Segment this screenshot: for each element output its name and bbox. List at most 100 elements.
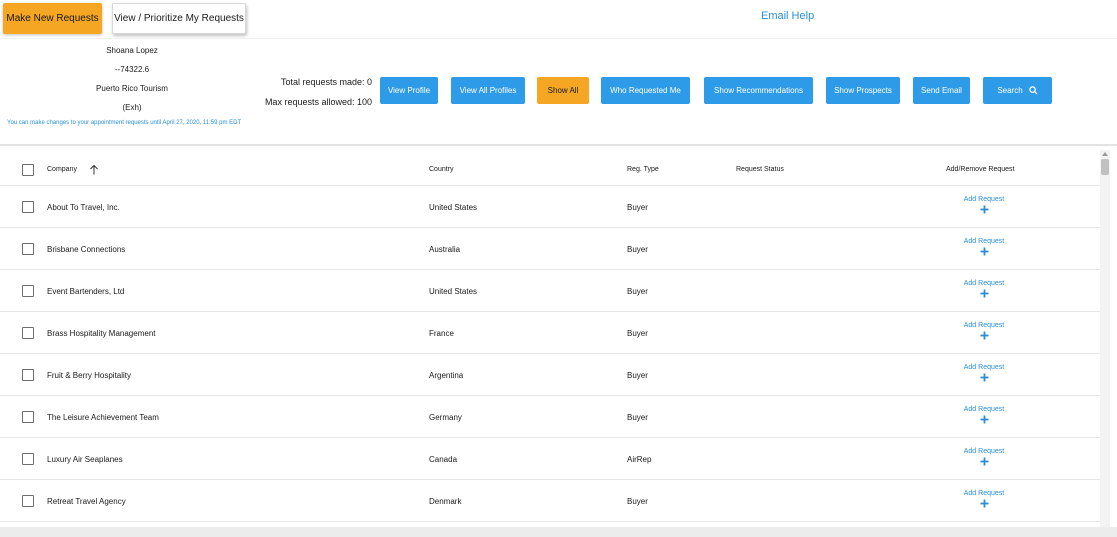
sort-arrow-up-icon[interactable]	[89, 164, 99, 175]
add-request-button[interactable]: Add Request	[944, 238, 1024, 256]
add-request-label: Add Request	[963, 196, 1005, 203]
header-divider	[0, 144, 1117, 146]
header-reg-type: Reg. Type	[627, 166, 659, 173]
plus-icon	[980, 247, 988, 256]
deadline-notice: You can make changes to your appointment…	[7, 120, 242, 126]
scroll-up-arrow-icon[interactable]	[1102, 152, 1108, 156]
add-request-button[interactable]: Add Request	[944, 322, 1024, 340]
reg-type: Buyer	[627, 245, 648, 254]
row-checkbox[interactable]	[22, 453, 34, 465]
show-all-button[interactable]: Show All	[537, 77, 589, 104]
who-requested-me-button[interactable]: Who Requested Me	[601, 77, 690, 104]
add-request-button[interactable]: Add Request	[944, 196, 1024, 214]
company-name: About To Travel, Inc.	[47, 203, 120, 212]
select-all-checkbox[interactable]	[22, 164, 34, 176]
user-role: (Exh)	[122, 103, 142, 112]
add-request-label: Add Request	[963, 322, 1005, 329]
add-request-button[interactable]: Add Request	[944, 448, 1024, 466]
table-row: Luxury Air Seaplanes Canada AirRep Add Requ…	[0, 438, 1100, 480]
add-request-label: Add Request	[963, 406, 1005, 413]
plus-icon	[980, 499, 988, 508]
country: United States	[429, 203, 478, 212]
company-name: Fruit & Berry Hospitality	[47, 371, 132, 380]
row-checkbox[interactable]	[22, 411, 34, 423]
table-row: About To Travel, Inc. United States Buyer A…	[0, 186, 1100, 228]
show-prospects-button[interactable]: Show Prospects	[826, 77, 900, 104]
plus-icon	[980, 373, 988, 382]
send-email-button[interactable]: Send Email	[913, 77, 970, 104]
country: United States	[429, 287, 478, 296]
country: Germany	[429, 413, 462, 422]
total-requests-label: Total requests made: 0	[280, 77, 372, 87]
user-info: Shoana Lopez --74322.6 Puerto Rico Touri…	[64, 44, 200, 120]
row-checkbox[interactable]	[22, 495, 34, 507]
add-request-button[interactable]: Add Request	[944, 490, 1024, 508]
company-name: Brisbane Connections	[47, 245, 126, 254]
add-request-label: Add Request	[963, 238, 1005, 245]
add-request-label: Add Request	[963, 490, 1005, 497]
plus-icon	[980, 415, 988, 424]
reg-type: Buyer	[627, 371, 648, 380]
reg-type: Buyer	[627, 497, 648, 506]
country: France	[429, 329, 454, 338]
table-row: Fruit & Berry Hospitality Argentina Buyer A…	[0, 354, 1100, 396]
reg-type: Buyer	[627, 203, 648, 212]
table-row: Brass Hospitality Management France Buyer A…	[0, 312, 1100, 354]
company-name: The Leisure Achievement Team	[47, 413, 159, 422]
table-row: Event Bartenders, Ltd United States Buyer A…	[0, 270, 1100, 312]
company-name: Retreat Travel Agency	[47, 497, 126, 506]
header-request-status: Request Status	[736, 166, 784, 173]
row-checkbox[interactable]	[22, 243, 34, 255]
page: Make New Requests View / Prioritize My R…	[0, 0, 1117, 537]
table-row: Brisbane Connections Australia Buyer Add Re…	[0, 228, 1100, 270]
plus-icon	[980, 205, 988, 214]
country: Canada	[429, 455, 458, 464]
row-checkbox[interactable]	[22, 327, 34, 339]
requests-table: Company Country Reg. Type Request Status…	[0, 150, 1100, 522]
company-name: Brass Hospitality Management	[47, 329, 156, 338]
user-name: Shoana Lopez	[106, 46, 158, 55]
header-add-remove-request: Add/Remove Request	[946, 166, 1015, 173]
email-help-link[interactable]: Email Help	[761, 10, 814, 22]
tab-make-new-requests[interactable]: Make New Requests	[3, 3, 102, 34]
row-checkbox[interactable]	[22, 369, 34, 381]
tabs-divider	[0, 38, 1117, 39]
user-organization: Puerto Rico Tourism	[96, 84, 168, 93]
add-request-button[interactable]: Add Request	[944, 364, 1024, 382]
add-request-label: Add Request	[963, 448, 1005, 455]
view-profile-button[interactable]: View Profile	[380, 77, 438, 104]
reg-type: AirRep	[627, 455, 652, 464]
header-country: Country	[429, 166, 454, 173]
search-button-label: Search	[997, 86, 1023, 95]
user-id: --74322.6	[114, 65, 150, 74]
show-recommendations-button[interactable]: Show Recommendations	[704, 77, 813, 104]
plus-icon	[980, 331, 988, 340]
tab-view-prioritize-requests[interactable]: View / Prioritize My Requests	[112, 3, 246, 34]
max-requests-label: Max requests allowed: 100	[264, 97, 372, 107]
row-checkbox[interactable]	[22, 285, 34, 297]
reg-type: Buyer	[627, 413, 648, 422]
scroll-thumb[interactable]	[1101, 159, 1109, 175]
company-name: Event Bartenders, Ltd	[47, 287, 125, 296]
row-checkbox[interactable]	[22, 201, 34, 213]
add-request-button[interactable]: Add Request	[944, 406, 1024, 424]
country: Argentina	[429, 371, 464, 380]
reg-type: Buyer	[627, 287, 648, 296]
view-all-profiles-button[interactable]: View All Profiles	[451, 77, 525, 104]
search-icon	[1028, 86, 1038, 95]
country: Denmark	[429, 497, 462, 506]
header-company[interactable]: Company	[47, 166, 77, 173]
search-button[interactable]: Search	[983, 77, 1052, 104]
add-request-label: Add Request	[963, 364, 1005, 371]
table-row: The Leisure Achievement Team Germany Buyer…	[0, 396, 1100, 438]
table-scrollbar[interactable]	[1100, 150, 1110, 527]
plus-icon	[980, 457, 988, 466]
company-name: Luxury Air Seaplanes	[47, 455, 123, 464]
add-request-label: Add Request	[963, 280, 1005, 287]
horizontal-scrollbar[interactable]	[0, 527, 1117, 537]
request-counts: Total requests made: 0 Max requests allo…	[248, 75, 372, 115]
table-row: Retreat Travel Agency Denmark Buyer Add Req…	[0, 480, 1100, 522]
reg-type: Buyer	[627, 329, 648, 338]
top-tabs: Make New Requests View / Prioritize My R…	[0, 0, 1117, 38]
add-request-button[interactable]: Add Request	[944, 280, 1024, 298]
